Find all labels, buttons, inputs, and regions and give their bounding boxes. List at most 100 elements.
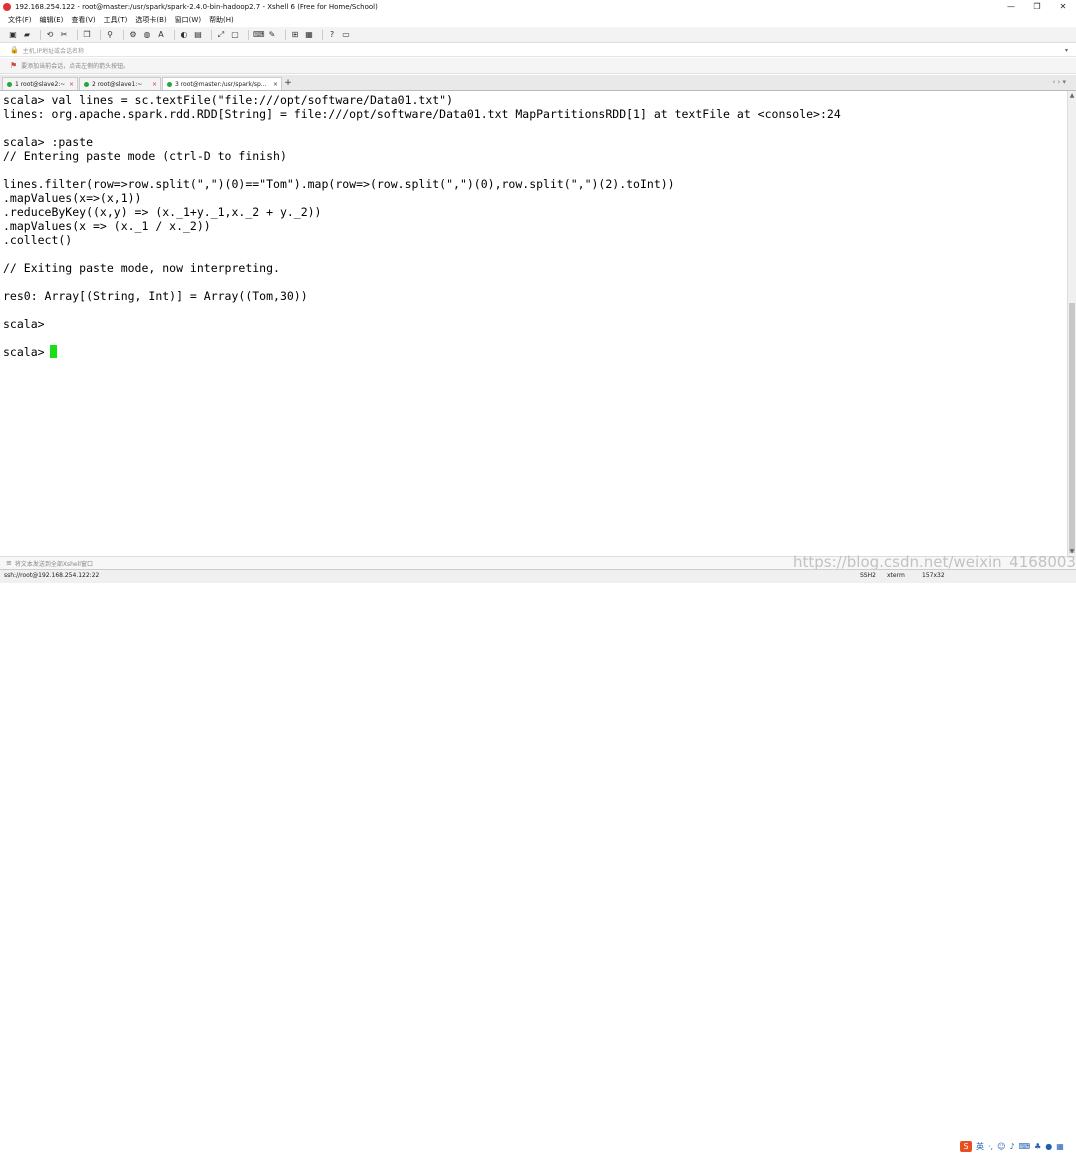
connected-status-icon (167, 81, 172, 87)
mic-icon[interactable]: ♪ (1009, 1142, 1014, 1151)
toolbar-divider (123, 29, 124, 40)
connected-status-icon (84, 81, 89, 87)
toolbar-divider (322, 29, 323, 40)
language-indicator[interactable]: 英 (976, 1141, 984, 1152)
protocol-label: SSH2 (860, 572, 876, 579)
toolbar-divider (100, 29, 101, 40)
terminal-output[interactable]: scala> val lines = sc.textFile("file:///… (0, 91, 1067, 556)
toolbar-divider (211, 29, 212, 40)
address-lock-icon: 🔒 (10, 46, 19, 54)
menu-file[interactable]: 文件(F) (8, 15, 32, 25)
terminal-scrollbar[interactable]: ▲ ▼ (1067, 91, 1076, 556)
compose-input[interactable]: 将文本发送到全部Xshell窗口 (15, 559, 93, 568)
tab-label: 1 root@slave2:~ (15, 80, 66, 88)
xshell-icon (3, 2, 11, 11)
terminal-line: scala> (3, 317, 45, 331)
find-icon[interactable]: ⚲ (105, 30, 115, 40)
terminal-line: scala> val lines = sc.textFile("file:///… (3, 93, 454, 107)
tab-slave1[interactable]: 2 root@slave1:~ × (79, 77, 161, 90)
globe-icon[interactable]: ◍ (142, 30, 152, 40)
keyboard-icon[interactable]: ⌨ (253, 30, 265, 40)
window-title: 192.168.254.122 - root@master:/usr/spark… (15, 2, 378, 11)
ime-icon[interactable]: S (960, 1140, 972, 1152)
terminal-line: .mapValues(x => (x._1 / x._2)) (3, 219, 211, 233)
tab-master[interactable]: 3 root@master:/usr/spark/sp... × (162, 77, 282, 90)
user-icon[interactable]: ● (1045, 1142, 1052, 1151)
fullscreen-icon[interactable]: ⤢ (216, 30, 226, 40)
scroll-up-icon[interactable]: ▲ (1068, 92, 1076, 99)
new-session-icon[interactable]: ▣ (8, 30, 18, 40)
menu-tools[interactable]: 工具(T) (104, 15, 128, 25)
menu-edit[interactable]: 编辑(E) (40, 15, 64, 25)
toolbar-divider (248, 29, 249, 40)
copy-icon[interactable]: ❐ (82, 30, 92, 40)
tab-slave2[interactable]: 1 root@slave2:~ × (2, 77, 78, 90)
close-button[interactable]: ✕ (1050, 0, 1076, 13)
connection-info: ssh://root@192.168.254.122:22 (4, 572, 100, 579)
address-input[interactable]: 主机,IP地址或会话名称 (23, 46, 84, 55)
terminal-line: lines: org.apache.spark.rdd.RDD[String] … (3, 107, 841, 121)
terminal-line: scala> :paste (3, 135, 94, 149)
tab-label: 3 root@master:/usr/spark/sp... (175, 80, 267, 88)
script-icon[interactable]: ✎ (267, 30, 277, 40)
terminal-line: lines.filter(row=>row.split(",")(0)=="To… (3, 177, 675, 191)
terminal-line: .mapValues(x=>(x,1)) (3, 191, 142, 205)
reconnect-icon[interactable]: ⟲ (45, 30, 55, 40)
lock-icon[interactable]: ▢ (230, 30, 240, 40)
menu-help[interactable]: 帮助(H) (209, 15, 234, 25)
bookmark-icon[interactable]: ⚑ (10, 61, 17, 70)
toolbar: ▣ ▰ ⟲ ✂ ❐ ⚲ ⚙ ◍ A ◐ ▤ ⤢ ▢ ⌨ ✎ ⊞ ▦ ? ▭ (0, 27, 1076, 43)
menu-tab[interactable]: 选项卡(B) (135, 15, 166, 25)
new-tab-icon[interactable]: + (283, 77, 293, 90)
address-bar[interactable]: 🔒 主机,IP地址或会话名称 ▾ (0, 44, 1076, 57)
menu-window[interactable]: 窗口(W) (175, 15, 201, 25)
session-hint-bar: ⚑ 要添加当前会话，点击左侧的箭头按钮。 (0, 58, 1076, 74)
tab-label: 2 root@slave1:~ (92, 80, 143, 88)
compose-menu-icon[interactable]: ≡ (6, 559, 12, 567)
tab-close-icon[interactable]: × (152, 81, 157, 88)
toolbar-divider (40, 29, 41, 40)
address-dropdown-icon[interactable]: ▾ (1065, 47, 1068, 54)
window-controls: — ❐ ✕ (998, 0, 1076, 13)
terminal-line: res0: Array[(String, Int)] = Array((Tom,… (3, 289, 308, 303)
disconnect-icon[interactable]: ✂ (59, 30, 69, 40)
minimize-button[interactable]: — (998, 0, 1024, 13)
toolbar-divider (77, 29, 78, 40)
scrollbar-thumb[interactable] (1069, 303, 1075, 553)
title-bar: 192.168.254.122 - root@master:/usr/spark… (0, 0, 1076, 13)
terminal-line: .collect() (3, 233, 73, 247)
tab-close-icon[interactable]: × (69, 81, 74, 88)
grid-icon[interactable]: ▦ (1056, 1142, 1064, 1151)
tab-scroll-arrows-icon[interactable]: ‹ › ▾ (1052, 78, 1066, 86)
terminal-line: // Exiting paste mode, now interpreting. (3, 261, 280, 275)
maximize-button[interactable]: ❐ (1024, 0, 1050, 13)
menu-bar: 文件(F) 编辑(E) 查看(V) 工具(T) 选项卡(B) 窗口(W) 帮助(… (0, 13, 1076, 27)
terminal-line: // Entering paste mode (ctrl-D to finish… (3, 149, 287, 163)
system-tray: S 英 ·, ☺ ♪ ⌨ ♣ ● ▦ (960, 1139, 1068, 1153)
tab-close-icon[interactable]: × (273, 81, 278, 88)
help-icon[interactable]: ? (327, 30, 337, 40)
terminal-size-label: 157x32 (922, 572, 945, 579)
status-bar: ssh://root@192.168.254.122:22 SSH2 xterm… (0, 569, 1076, 1152)
layout-icon[interactable]: ▦ (304, 30, 314, 40)
xftp-icon[interactable]: ◐ (179, 30, 189, 40)
properties-icon[interactable]: ⚙ (128, 30, 138, 40)
terminal-line: .reduceByKey((x,y) => (x._1+y._1,x._2 + … (3, 205, 322, 219)
chat-icon[interactable]: ▭ (341, 30, 351, 40)
punctuation-icon[interactable]: ·, (988, 1142, 993, 1151)
add-icon[interactable]: ⊞ (290, 30, 300, 40)
menu-view[interactable]: 查看(V) (71, 15, 95, 25)
terminal-line: scala> (3, 345, 45, 359)
connected-status-icon (7, 81, 12, 87)
transfer-icon[interactable]: ▤ (193, 30, 203, 40)
keyboard-tray-icon[interactable]: ⌨ (1019, 1142, 1031, 1151)
font-icon[interactable]: A (156, 30, 166, 40)
open-folder-icon[interactable]: ▰ (22, 30, 32, 40)
session-hint-text: 要添加当前会话，点击左侧的箭头按钮。 (21, 63, 130, 70)
terminal-type-label: xterm (887, 572, 905, 579)
tab-bar: 1 root@slave2:~ × 2 root@slave1:~ × 3 ro… (0, 75, 1076, 91)
toolbar-divider (285, 29, 286, 40)
skin-icon[interactable]: ♣ (1034, 1142, 1041, 1151)
emoji-icon[interactable]: ☺ (997, 1142, 1005, 1151)
terminal-cursor (50, 345, 57, 358)
